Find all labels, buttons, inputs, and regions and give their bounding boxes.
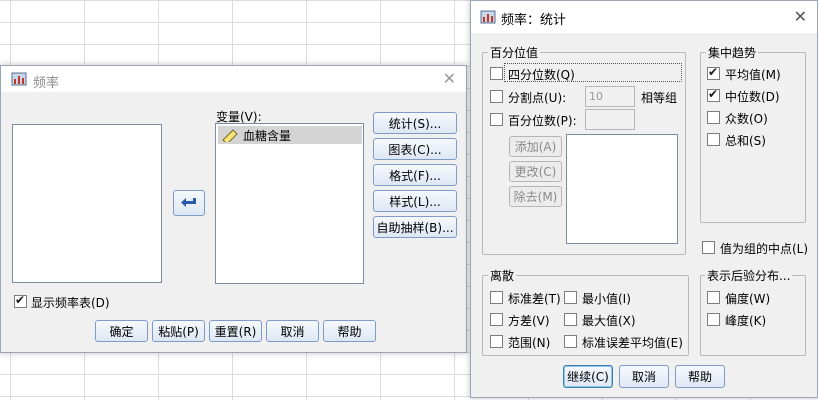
- show-frequency-table-checkbox[interactable]: [14, 293, 27, 308]
- move-variable-button[interactable]: [173, 190, 205, 216]
- dispersion-legend: 离散: [488, 267, 517, 284]
- remove-percentile-button[interactable]: 除去(M): [509, 186, 562, 207]
- close-icon[interactable]: ✕: [443, 71, 456, 87]
- quartiles-checkbox[interactable]: [490, 67, 503, 80]
- format-button[interactable]: 格式(F)...: [373, 164, 457, 186]
- mode-label: 众数(O): [725, 112, 768, 126]
- skewness-label: 偏度(W): [725, 292, 771, 306]
- mean-checkbox[interactable]: [707, 65, 720, 80]
- help-button[interactable]: 帮助: [675, 365, 725, 388]
- se-mean-checkbox[interactable]: [564, 335, 577, 348]
- variance-checkbox[interactable]: [490, 313, 503, 326]
- percentiles-label: 百分位数(P):: [508, 114, 577, 128]
- std-deviation-label: 标准差(T): [508, 292, 561, 306]
- percentiles-checkbox[interactable]: [490, 113, 503, 126]
- median-checkbox[interactable]: [707, 87, 720, 102]
- percentile-values-legend: 百分位值: [488, 44, 541, 61]
- skewness-checkbox[interactable]: [707, 291, 720, 304]
- percentiles-input[interactable]: [585, 109, 635, 130]
- median-label: 中位数(D): [725, 90, 780, 104]
- mode-checkbox[interactable]: [707, 111, 720, 124]
- cancel-button[interactable]: 取消: [266, 320, 319, 342]
- selected-variable-list[interactable]: 血糖含量: [215, 123, 364, 284]
- distribution-legend: 表示后验分布...: [705, 267, 793, 284]
- frequencies-dialog: 频率 ✕ 变量(V): 血糖含量 统计(S)... 图表(C)... 格式(F)…: [0, 65, 467, 353]
- range-label: 范围(N): [508, 336, 551, 350]
- cancel-button[interactable]: 取消: [619, 365, 669, 388]
- midpoint-label: 值为组的中点(L): [720, 242, 809, 256]
- sum-label: 总和(S): [725, 134, 766, 148]
- statistics-button[interactable]: 统计(S)...: [373, 112, 457, 134]
- bootstrap-button[interactable]: 自助抽样(B)...: [373, 216, 457, 238]
- cutpoints-input[interactable]: 10: [585, 86, 635, 107]
- se-mean-label: 标准误差平均值(E): [582, 336, 683, 350]
- arrow-left-icon: [181, 198, 196, 207]
- maximum-checkbox[interactable]: [564, 313, 577, 326]
- variance-label: 方差(V): [508, 314, 550, 328]
- charts-button[interactable]: 图表(C)...: [373, 138, 457, 160]
- minimum-checkbox[interactable]: [564, 291, 577, 304]
- mean-label: 平均值(M): [725, 68, 781, 82]
- spss-app-icon: [480, 10, 496, 24]
- central-tendency-legend: 集中趋势: [706, 44, 759, 61]
- std-deviation-checkbox[interactable]: [490, 291, 503, 304]
- quartiles-label: 四分位数(Q): [508, 68, 575, 82]
- percentile-list[interactable]: [566, 134, 678, 244]
- kurtosis-label: 峰度(K): [725, 314, 767, 328]
- close-icon[interactable]: ✕: [794, 9, 807, 25]
- show-frequency-table-label: 显示频率表(D): [31, 296, 110, 310]
- cutpoints-checkbox[interactable]: [490, 90, 503, 103]
- midpoint-checkbox[interactable]: [702, 241, 715, 254]
- add-percentile-button[interactable]: 添加(A): [509, 136, 562, 157]
- range-checkbox[interactable]: [490, 335, 503, 348]
- source-variable-list[interactable]: [12, 124, 162, 283]
- ruler-icon: [222, 129, 238, 142]
- frequencies-title: 频率: [33, 76, 60, 91]
- cutpoints-label: 分割点(U):: [508, 91, 567, 105]
- continue-button[interactable]: 继续(C): [563, 365, 613, 388]
- kurtosis-checkbox[interactable]: [707, 313, 720, 326]
- statistics-title: 频率：统计: [501, 13, 567, 28]
- help-button[interactable]: 帮助: [323, 320, 376, 342]
- variable-item[interactable]: 血糖含量: [218, 126, 362, 144]
- minimum-label: 最小值(I): [582, 292, 631, 306]
- frequencies-titlebar: 频率 ✕: [1, 66, 466, 92]
- sum-checkbox[interactable]: [707, 133, 720, 146]
- spss-app-icon: [11, 72, 27, 86]
- maximum-label: 最大值(X): [582, 314, 636, 328]
- equal-groups-label: 相等组: [641, 91, 678, 105]
- style-button[interactable]: 样式(L)...: [373, 190, 457, 212]
- statistics-titlebar: 频率：统计 ✕: [471, 1, 817, 33]
- reset-button[interactable]: 重置(R): [209, 320, 262, 342]
- change-percentile-button[interactable]: 更改(C): [509, 161, 562, 182]
- paste-button[interactable]: 粘贴(P): [152, 320, 205, 342]
- statistics-dialog: 频率：统计 ✕ 百分位值 四分位数(Q) 分割点(U): 10 相等组 百分位数…: [470, 0, 818, 398]
- variable-item-label: 血糖含量: [243, 128, 292, 143]
- ok-button[interactable]: 确定: [95, 320, 148, 342]
